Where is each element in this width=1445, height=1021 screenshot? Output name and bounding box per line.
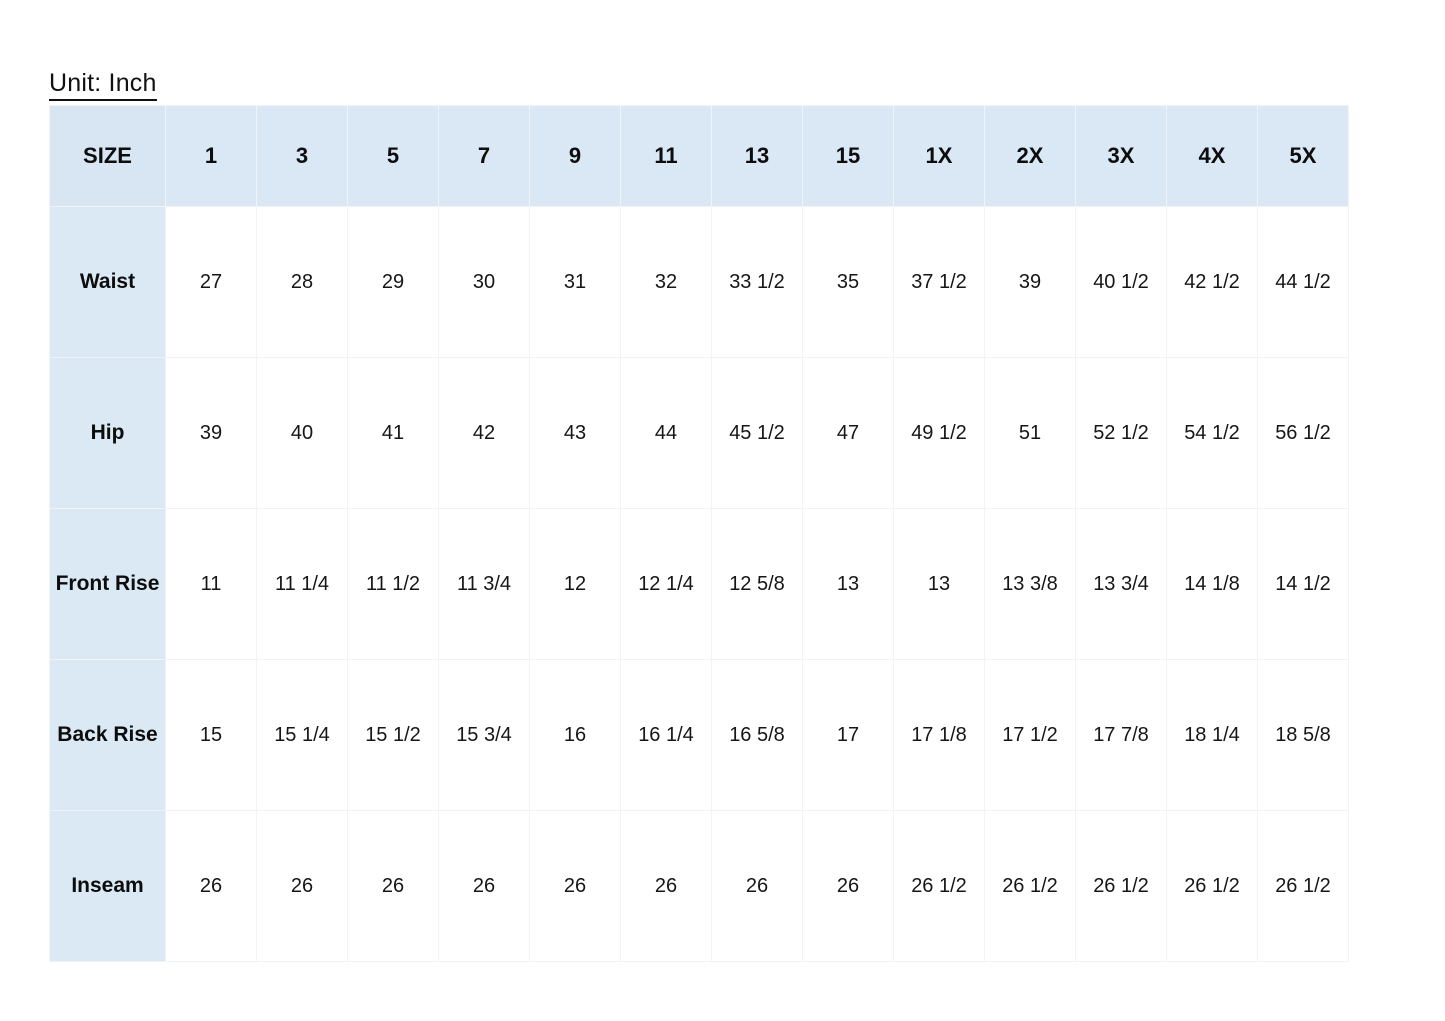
measurement-cell: 13 [802,508,894,660]
size-header-9: 9 [529,105,621,207]
measurement-cell: 17 [802,659,894,811]
size-header-2x: 2X [984,105,1076,207]
measurement-cell: 13 3/4 [1075,508,1167,660]
measurement-cell: 15 [165,659,257,811]
row-label-inseam: Inseam [49,810,166,962]
measurement-cell: 26 [438,810,530,962]
measurement-cell: 12 1/4 [620,508,712,660]
measurement-cell: 40 1/2 [1075,206,1167,358]
measurement-cell: 11 3/4 [438,508,530,660]
measurement-cell: 45 1/2 [711,357,803,509]
table-row: Back Rise 15 15 1/4 15 1/2 15 3/4 16 16 1/4 16 … [49,659,1349,811]
measurement-cell: 33 1/2 [711,206,803,358]
measurement-cell: 47 [802,357,894,509]
measurement-cell: 15 1/2 [347,659,439,811]
measurement-cell: 16 1/4 [620,659,712,811]
measurement-cell: 51 [984,357,1076,509]
measurement-cell: 35 [802,206,894,358]
measurement-cell: 42 [438,357,530,509]
measurement-cell: 12 5/8 [711,508,803,660]
size-chart-table: SIZE 1 3 5 7 9 11 13 15 1X 2X 3X 4X 5X Waist 27 28 29 30… [49,105,1349,962]
measurement-cell: 29 [347,206,439,358]
size-header-4x: 4X [1166,105,1258,207]
measurement-cell: 14 1/8 [1166,508,1258,660]
measurement-cell: 54 1/2 [1166,357,1258,509]
measurement-cell: 26 [347,810,439,962]
measurement-cell: 11 [165,508,257,660]
measurement-cell: 17 7/8 [1075,659,1167,811]
row-label-waist: Waist [49,206,166,358]
measurement-cell: 17 1/8 [893,659,985,811]
measurement-cell: 43 [529,357,621,509]
measurement-cell: 26 [802,810,894,962]
table-header: SIZE 1 3 5 7 9 11 13 15 1X 2X 3X 4X 5X [49,105,1349,207]
measurement-cell: 52 1/2 [1075,357,1167,509]
row-label-back-rise: Back Rise [49,659,166,811]
measurement-cell: 49 1/2 [893,357,985,509]
unit-title: Unit: Inch [49,69,157,101]
measurement-cell: 30 [438,206,530,358]
measurement-cell: 15 1/4 [256,659,348,811]
measurement-cell: 11 1/4 [256,508,348,660]
measurement-cell: 56 1/2 [1257,357,1349,509]
size-header-5: 5 [347,105,439,207]
measurement-cell: 44 1/2 [1257,206,1349,358]
measurement-cell: 39 [165,357,257,509]
measurement-cell: 26 1/2 [1166,810,1258,962]
measurement-cell: 18 5/8 [1257,659,1349,811]
measurement-cell: 26 1/2 [984,810,1076,962]
measurement-cell: 31 [529,206,621,358]
measurement-cell: 27 [165,206,257,358]
size-header-15: 15 [802,105,894,207]
size-header-1: 1 [165,105,257,207]
size-header-5x: 5X [1257,105,1349,207]
row-label-hip: Hip [49,357,166,509]
measurement-cell: 26 [256,810,348,962]
header-row: SIZE 1 3 5 7 9 11 13 15 1X 2X 3X 4X 5X [49,105,1349,207]
measurement-cell: 11 1/2 [347,508,439,660]
measurement-cell: 44 [620,357,712,509]
measurement-cell: 32 [620,206,712,358]
measurement-cell: 26 1/2 [893,810,985,962]
table-row: Inseam 26 26 26 26 26 26 26 26 26 1/2 26 1/2 26 1/2… [49,810,1349,962]
size-header-7: 7 [438,105,530,207]
measurement-cell: 42 1/2 [1166,206,1258,358]
table-row: Hip 39 40 41 42 43 44 45 1/2 47 49 1/2 51 52 1/2 54 … [49,357,1349,509]
measurement-cell: 26 [529,810,621,962]
size-header-13: 13 [711,105,803,207]
measurement-cell: 18 1/4 [1166,659,1258,811]
measurement-cell: 13 3/8 [984,508,1076,660]
measurement-cell: 26 [620,810,712,962]
measurement-cell: 26 [711,810,803,962]
size-header-1x: 1X [893,105,985,207]
measurement-cell: 13 [893,508,985,660]
measurement-cell: 37 1/2 [893,206,985,358]
row-label-front-rise: Front Rise [49,508,166,660]
measurement-cell: 17 1/2 [984,659,1076,811]
table-row: Waist 27 28 29 30 31 32 33 1/2 35 37 1/2 39 40 1/2 4… [49,206,1349,358]
table-row: Front Rise 11 11 1/4 11 1/2 11 3/4 12 12 1/4 12… [49,508,1349,660]
table-body: Waist 27 28 29 30 31 32 33 1/2 35 37 1/2 39 40 1/2 4… [49,206,1349,962]
measurement-cell: 12 [529,508,621,660]
size-column-header: SIZE [49,105,166,207]
measurement-cell: 26 1/2 [1075,810,1167,962]
size-header-3: 3 [256,105,348,207]
measurement-cell: 28 [256,206,348,358]
measurement-cell: 26 1/2 [1257,810,1349,962]
size-header-3x: 3X [1075,105,1167,207]
measurement-cell: 40 [256,357,348,509]
measurement-cell: 15 3/4 [438,659,530,811]
measurement-cell: 26 [165,810,257,962]
measurement-cell: 14 1/2 [1257,508,1349,660]
measurement-cell: 39 [984,206,1076,358]
measurement-cell: 16 5/8 [711,659,803,811]
size-header-11: 11 [620,105,712,207]
measurement-cell: 16 [529,659,621,811]
measurement-cell: 41 [347,357,439,509]
